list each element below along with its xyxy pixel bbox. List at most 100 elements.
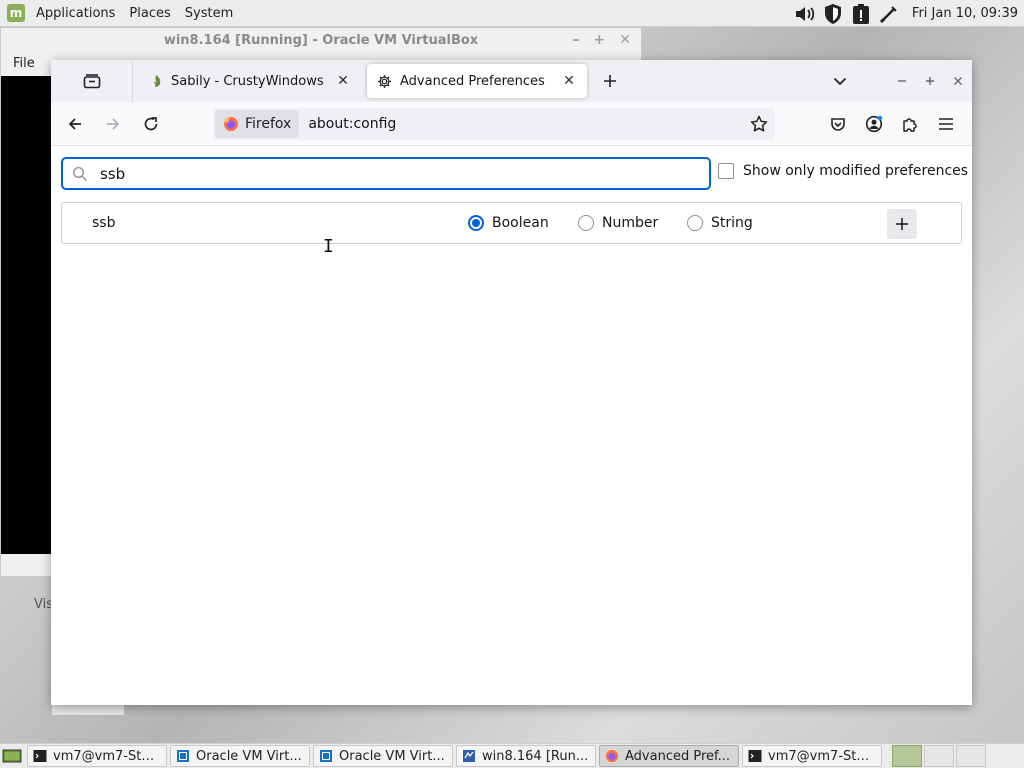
taskbar-item-firefox[interactable]: Advanced Pref... [599, 745, 739, 767]
top-panel: m Applications Places System Fri Jan 10,… [0, 0, 1024, 27]
number-radio-label[interactable]: Number [602, 215, 658, 231]
bookmark-star-icon[interactable] [749, 114, 769, 134]
vbox-close-icon[interactable]: ✕ [619, 32, 631, 48]
boolean-radio-label[interactable]: Boolean [492, 215, 549, 231]
search-icon [72, 166, 87, 181]
vm-screen[interactable] [1, 76, 53, 554]
reload-button[interactable] [135, 108, 167, 140]
desktop-icon [2, 749, 22, 763]
add-preference-button[interactable] [887, 209, 917, 239]
network-icon[interactable] [878, 3, 900, 25]
mint-logo-icon[interactable]: m [7, 4, 25, 22]
chevron-down-icon [833, 77, 847, 86]
pocket-icon [831, 118, 845, 131]
close-tab-icon[interactable]: ✕ [561, 73, 577, 89]
maximize-icon [926, 77, 934, 85]
type-radio-boolean[interactable]: Boolean [468, 215, 549, 231]
tab-bar: Sabily - CrustyWindows ✕ Advanced Prefer… [51, 60, 972, 102]
forward-button[interactable] [97, 108, 129, 140]
account-button[interactable] [858, 108, 890, 140]
type-radio-number[interactable]: Number [578, 215, 658, 231]
show-desktop-button[interactable] [0, 745, 24, 768]
boolean-radio[interactable] [468, 215, 484, 231]
vbox-file-menu[interactable]: File [13, 56, 35, 71]
type-radio-string[interactable]: String [687, 215, 753, 231]
virtualbox-icon [319, 749, 333, 763]
plus-icon [896, 218, 908, 230]
window-edge [52, 705, 124, 715]
preference-name: ssb [92, 215, 116, 231]
maximize-button[interactable] [916, 67, 944, 95]
identity-label: Firefox [245, 116, 292, 132]
new-tab-button[interactable] [595, 66, 625, 96]
close-window-button[interactable] [944, 67, 972, 95]
system-menu[interactable]: System [178, 0, 240, 26]
identity-box[interactable]: Firefox [215, 110, 300, 138]
firefox-view-icon [83, 74, 100, 89]
taskbar-item-label: Oracle VM Virt... [339, 748, 445, 764]
app-menu-button[interactable] [930, 108, 962, 140]
virtualbox-vm-icon [462, 749, 476, 763]
firefox-window[interactable]: Sabily - CrustyWindows ✕ Advanced Prefer… [51, 60, 972, 705]
show-modified-toggle[interactable]: Show only modified preferences [718, 163, 968, 179]
pocket-button[interactable] [822, 108, 854, 140]
taskbar-item-vm[interactable]: win8.164 [Run... [456, 745, 596, 767]
minimize-icon [898, 80, 906, 82]
new-preference-row: ssb Boolean Number String [61, 202, 962, 244]
back-arrow-icon [68, 117, 81, 130]
forward-arrow-icon [107, 117, 120, 130]
taskbar-item-label: win8.164 [Run... [482, 748, 589, 764]
taskbar-item-label: vm7@vm7-Sta... [53, 748, 161, 764]
taskbar: vm7@vm7-Sta... Oracle VM Virt... Oracle … [0, 743, 1024, 768]
vbox-maximize-icon[interactable]: + [594, 32, 606, 48]
firefox-view-button[interactable] [51, 60, 133, 102]
extensions-button[interactable] [894, 108, 926, 140]
volume-icon[interactable] [794, 3, 816, 25]
text-cursor-icon: I [323, 236, 334, 257]
string-radio-label[interactable]: String [711, 215, 753, 231]
applications-menu[interactable]: Applications [29, 0, 122, 26]
url-bar[interactable]: Firefox about:config [213, 108, 775, 140]
tab-label: Sabily - CrustyWindows [171, 73, 324, 89]
list-all-tabs-button[interactable] [826, 67, 854, 95]
show-modified-checkbox[interactable] [718, 163, 734, 179]
workspace-1[interactable] [892, 745, 922, 767]
tab-advanced-preferences[interactable]: Advanced Preferences ✕ [367, 64, 587, 98]
puzzle-icon [902, 117, 917, 132]
account-icon [865, 115, 883, 133]
reload-icon [144, 116, 158, 130]
clock[interactable]: Fri Jan 10, 09:39 [912, 6, 1018, 21]
virtualbox-icon [176, 749, 190, 763]
taskbar-item-terminal-2[interactable]: vm7@vm7-Sta... [742, 745, 882, 767]
show-modified-label[interactable]: Show only modified preferences [743, 163, 968, 179]
workspace-2[interactable] [924, 745, 954, 767]
preference-search-input[interactable]: ssb [61, 157, 711, 190]
gear-icon [378, 74, 391, 88]
update-alert-icon[interactable] [850, 3, 872, 25]
tab-sabily[interactable]: Sabily - CrustyWindows ✕ [139, 64, 361, 98]
taskbar-item-label: vm7@vm7-Sta... [768, 748, 876, 764]
firefox-icon [605, 749, 619, 763]
minimize-button[interactable] [888, 67, 916, 95]
places-menu[interactable]: Places [122, 0, 177, 26]
virtualbox-title: win8.164 [Running] - Oracle VM VirtualBo… [1, 28, 641, 52]
plus-icon [604, 75, 616, 87]
close-tab-icon[interactable]: ✕ [335, 73, 351, 89]
string-radio[interactable] [687, 215, 703, 231]
virtualbox-title-text: win8.164 [Running] - Oracle VM VirtualBo… [163, 32, 479, 48]
shield-icon[interactable] [822, 3, 844, 25]
taskbar-item-virtualbox-2[interactable]: Oracle VM Virt... [313, 745, 453, 767]
firefox-icon [224, 117, 238, 131]
workspace-3[interactable] [956, 745, 986, 767]
workspace-switcher [892, 745, 986, 767]
close-icon [954, 77, 962, 85]
number-radio[interactable] [578, 215, 594, 231]
url-text[interactable]: about:config [308, 116, 396, 132]
terminal-icon [33, 749, 47, 763]
taskbar-item-label: Oracle VM Virt... [196, 748, 302, 764]
taskbar-item-terminal[interactable]: vm7@vm7-Sta... [27, 745, 167, 767]
back-button[interactable] [59, 108, 91, 140]
search-value[interactable]: ssb [100, 165, 125, 183]
taskbar-item-virtualbox[interactable]: Oracle VM Virt... [170, 745, 310, 767]
vbox-minimize-icon[interactable]: – [573, 32, 580, 48]
